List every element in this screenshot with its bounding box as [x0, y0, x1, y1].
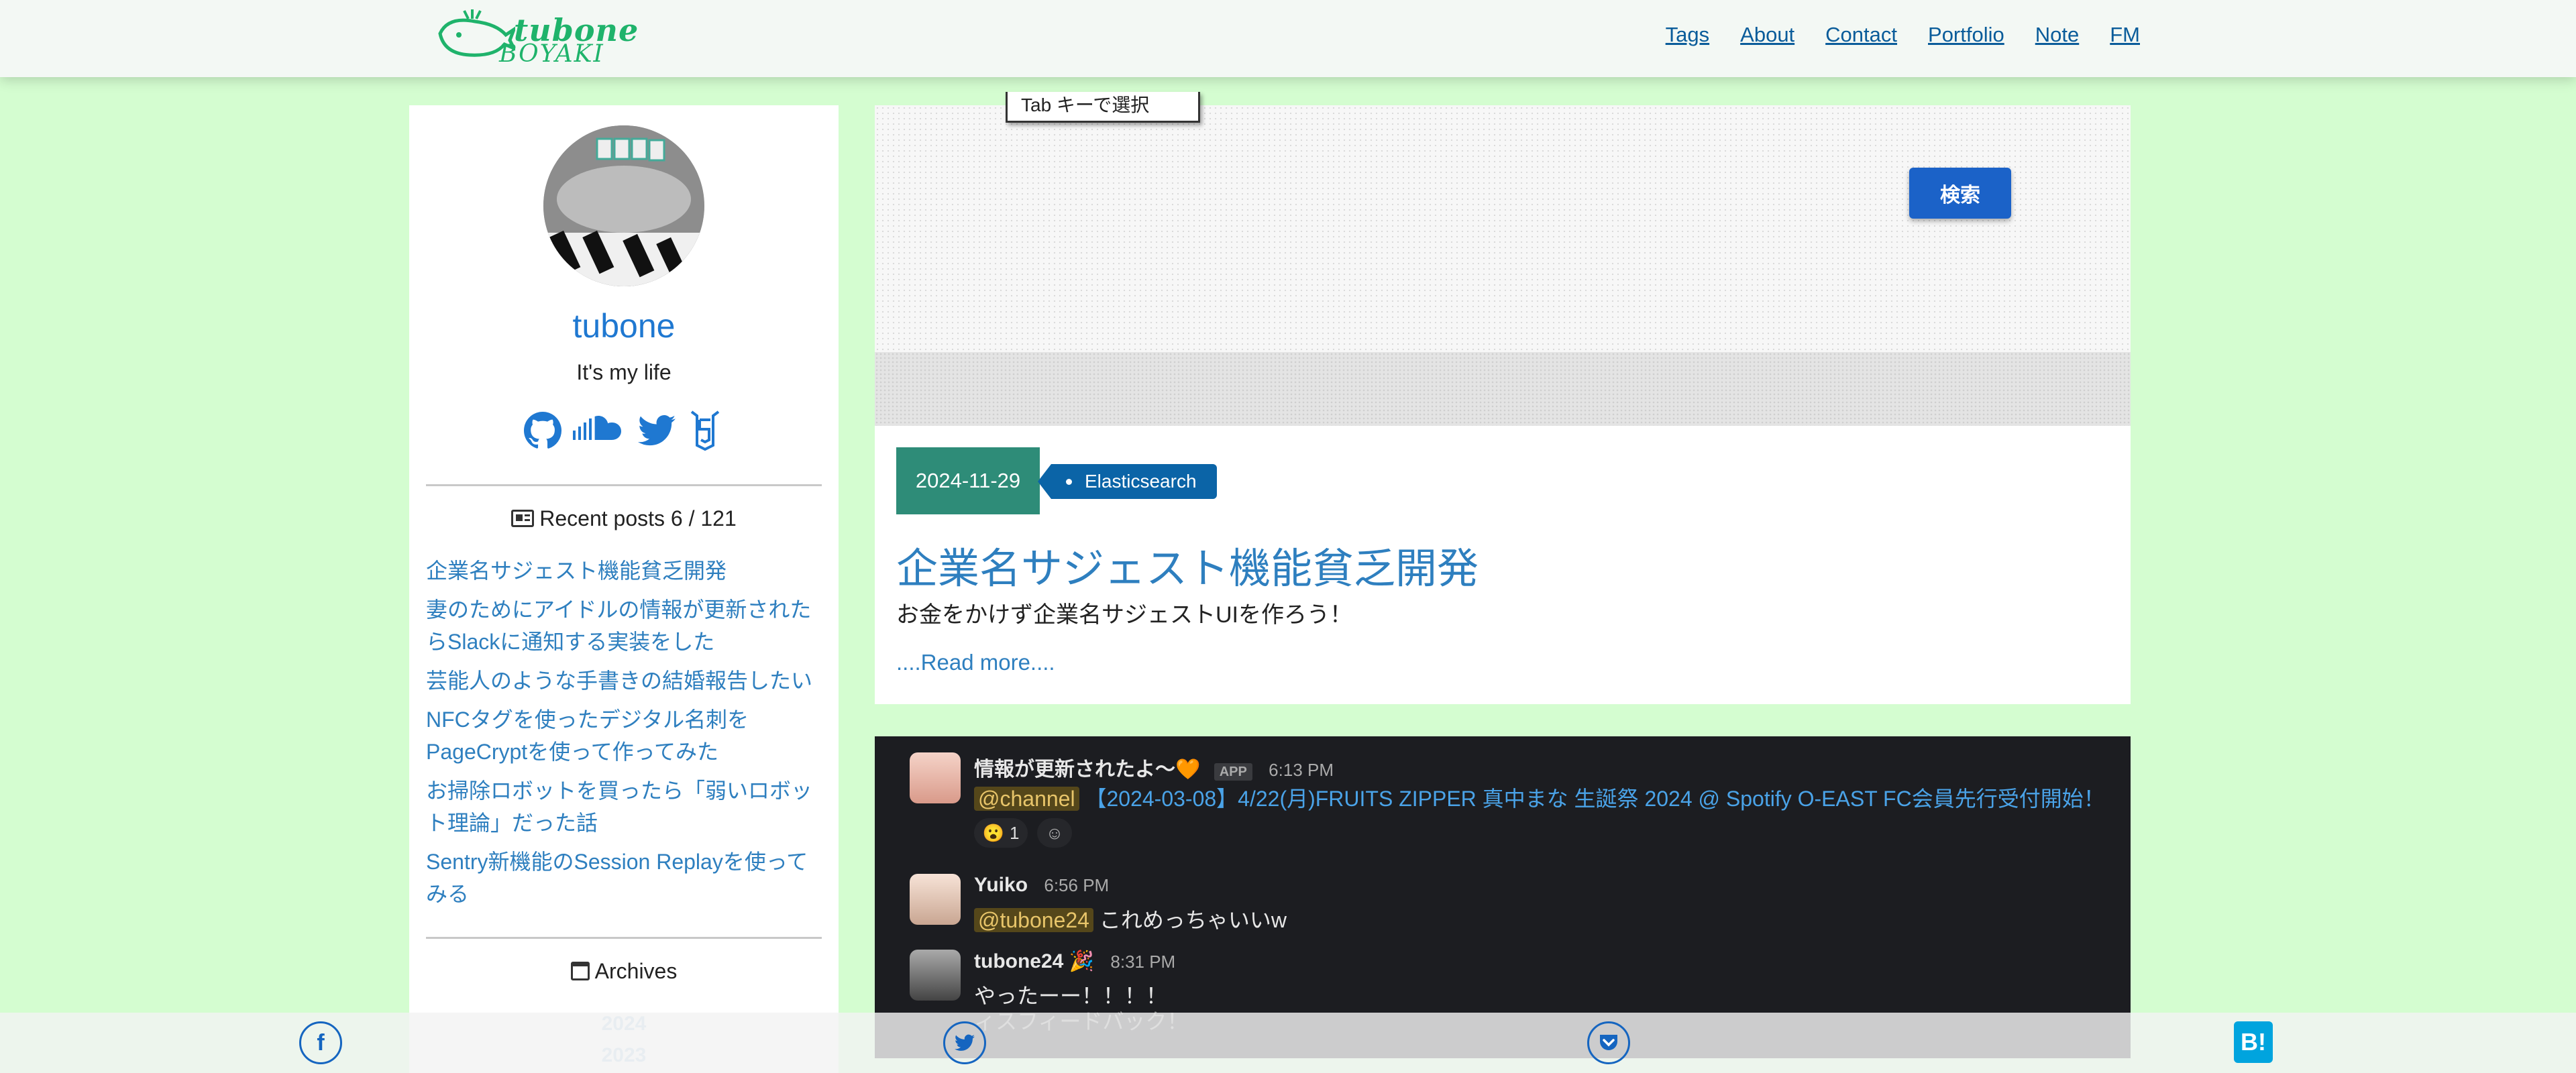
recent-post-link[interactable]: 企業名サジェスト機能貧乏開発 [426, 555, 825, 587]
post-description: お金をかけず企業名サジェストUIを作ろう！ [896, 602, 1352, 628]
pocket-icon [1600, 1035, 1617, 1050]
add-reaction-icon: ☺ [1037, 818, 1072, 848]
message-mention: @tubone24 [974, 908, 1093, 932]
recent-post-link[interactable]: 芸能人のような手書きの結婚報告したい [426, 665, 825, 697]
avatar-image [543, 125, 704, 286]
thumbnail-band [875, 352, 2131, 426]
profile-name[interactable]: tubone [409, 306, 839, 345]
hatena-bookmark-button[interactable]: B! [2234, 1021, 2273, 1063]
main-nav: Tags About Contact Portfolio Note FM [1635, 23, 2140, 47]
message-header: Yuiko 6:56 PM [974, 874, 1109, 897]
html5-icon[interactable] [685, 410, 725, 451]
newspaper-icon [511, 510, 535, 527]
bot-avatar [910, 752, 961, 803]
site-header: tubone BOYAKI Tags About Contact Portfol… [0, 0, 2576, 77]
message-body: @channel 【2024-03-08】4/22(月)FRUITS ZIPPE… [974, 782, 2105, 813]
recent-posts-list: 企業名サジェスト機能貧乏開発 妻のためにアイドルの情報が更新されたらSlackに… [426, 555, 825, 917]
message-time: 6:13 PM [1269, 760, 1334, 780]
user-avatar [910, 950, 961, 1001]
nav-note[interactable]: Note [2035, 23, 2079, 47]
archives-heading: Archives [409, 959, 839, 984]
twitter-icon [955, 1034, 975, 1051]
recent-posts-heading: Recent posts 6 / 121 [409, 506, 839, 531]
message-text: 【2024-03-08】4/22(月)FRUITS ZIPPER 真中まな 生誕… [1085, 787, 2105, 811]
logo-text-bottom: BOYAKI [499, 40, 604, 68]
sidebar: tubone It's my life Recent posts 6 / 121… [409, 105, 839, 1073]
sidebar-divider [426, 484, 822, 486]
nav-tags[interactable]: Tags [1666, 23, 1709, 47]
recent-post-link[interactable]: NFCタグを使ったデジタル名刺をPageCryptを使って作ってみた [426, 703, 825, 768]
archives-label: Archives [594, 959, 678, 983]
post-tag[interactable]: Elasticsearch [1038, 464, 1217, 499]
recent-post-link[interactable]: お掃除ロボットを買ったら「弱いロボット理論」だった話 [426, 775, 825, 839]
thumbnail-search-button: 検索 [1909, 168, 2011, 219]
sidebar-divider [426, 937, 822, 939]
user-avatar [910, 874, 961, 925]
recent-post-link[interactable]: 妻のためにアイドルの情報が更新されたらSlackに通知する実装をした [426, 594, 825, 658]
message-author: tubone24 🎉 [974, 950, 1095, 972]
post-thumbnail-slack[interactable]: 情報が更新されたよ〜🧡 APP 6:13 PM @channel 【2024-0… [875, 736, 2131, 1058]
message-mention: @channel [974, 787, 1079, 811]
post-date-badge: 2024-11-29 [896, 447, 1040, 514]
message-text: これめっちゃいいw [1099, 908, 1287, 932]
nav-portfolio[interactable]: Portfolio [1928, 23, 2004, 47]
nav-about[interactable]: About [1740, 23, 1794, 47]
message-body: @tubone24 これめっちゃいいw [974, 903, 1287, 934]
nav-fm[interactable]: FM [2110, 23, 2140, 47]
nav-contact[interactable]: Contact [1825, 23, 1897, 47]
message-author: Yuiko [974, 874, 1028, 896]
facebook-icon: f [317, 1029, 325, 1056]
message-header: tubone24 🎉 8:31 PM [974, 950, 1175, 973]
calendar-icon [570, 962, 590, 980]
share-bar: f B! [0, 1013, 2576, 1073]
avatar [543, 125, 704, 286]
recent-posts-label: Recent posts 6 / 121 [539, 506, 737, 530]
message-header: 情報が更新されたよ〜🧡 APP 6:13 PM [974, 752, 1334, 782]
emoji-icon: 😮 [982, 822, 1004, 843]
message-time: 8:31 PM [1110, 952, 1176, 972]
message-author: 情報が更新されたよ〜🧡 [974, 758, 1201, 781]
site-logo[interactable]: tubone BOYAKI [435, 7, 638, 68]
reaction-count: 1 [1009, 822, 1020, 843]
pocket-share-button[interactable] [1587, 1021, 1630, 1064]
app-badge: APP [1214, 763, 1252, 781]
recent-post-link[interactable]: Sentry新機能のSession Replayを使ってみる [426, 846, 825, 910]
post-title[interactable]: 企業名サジェスト機能貧乏開発 [896, 534, 1479, 595]
message-time: 6:56 PM [1044, 875, 1110, 895]
facebook-share-button[interactable]: f [299, 1021, 342, 1064]
social-links [409, 410, 839, 451]
post-thumbnail[interactable]: Tab キーで選択 検索 [875, 92, 2131, 352]
twitter-share-button[interactable] [943, 1021, 986, 1064]
post-card: Tab キーで選択 検索 2024-11-29 Elasticsearch 企業… [875, 92, 2131, 704]
read-more-link[interactable]: ....Read more.... [896, 650, 1055, 675]
reaction-chip: 😮 1 [974, 818, 1028, 848]
soundcloud-icon[interactable] [571, 410, 629, 451]
github-icon[interactable] [523, 410, 563, 451]
profile-tagline: It's my life [576, 360, 672, 384]
thumbnail-tab-hint: Tab キーで選択 [1006, 92, 1200, 123]
twitter-icon[interactable] [637, 410, 677, 451]
